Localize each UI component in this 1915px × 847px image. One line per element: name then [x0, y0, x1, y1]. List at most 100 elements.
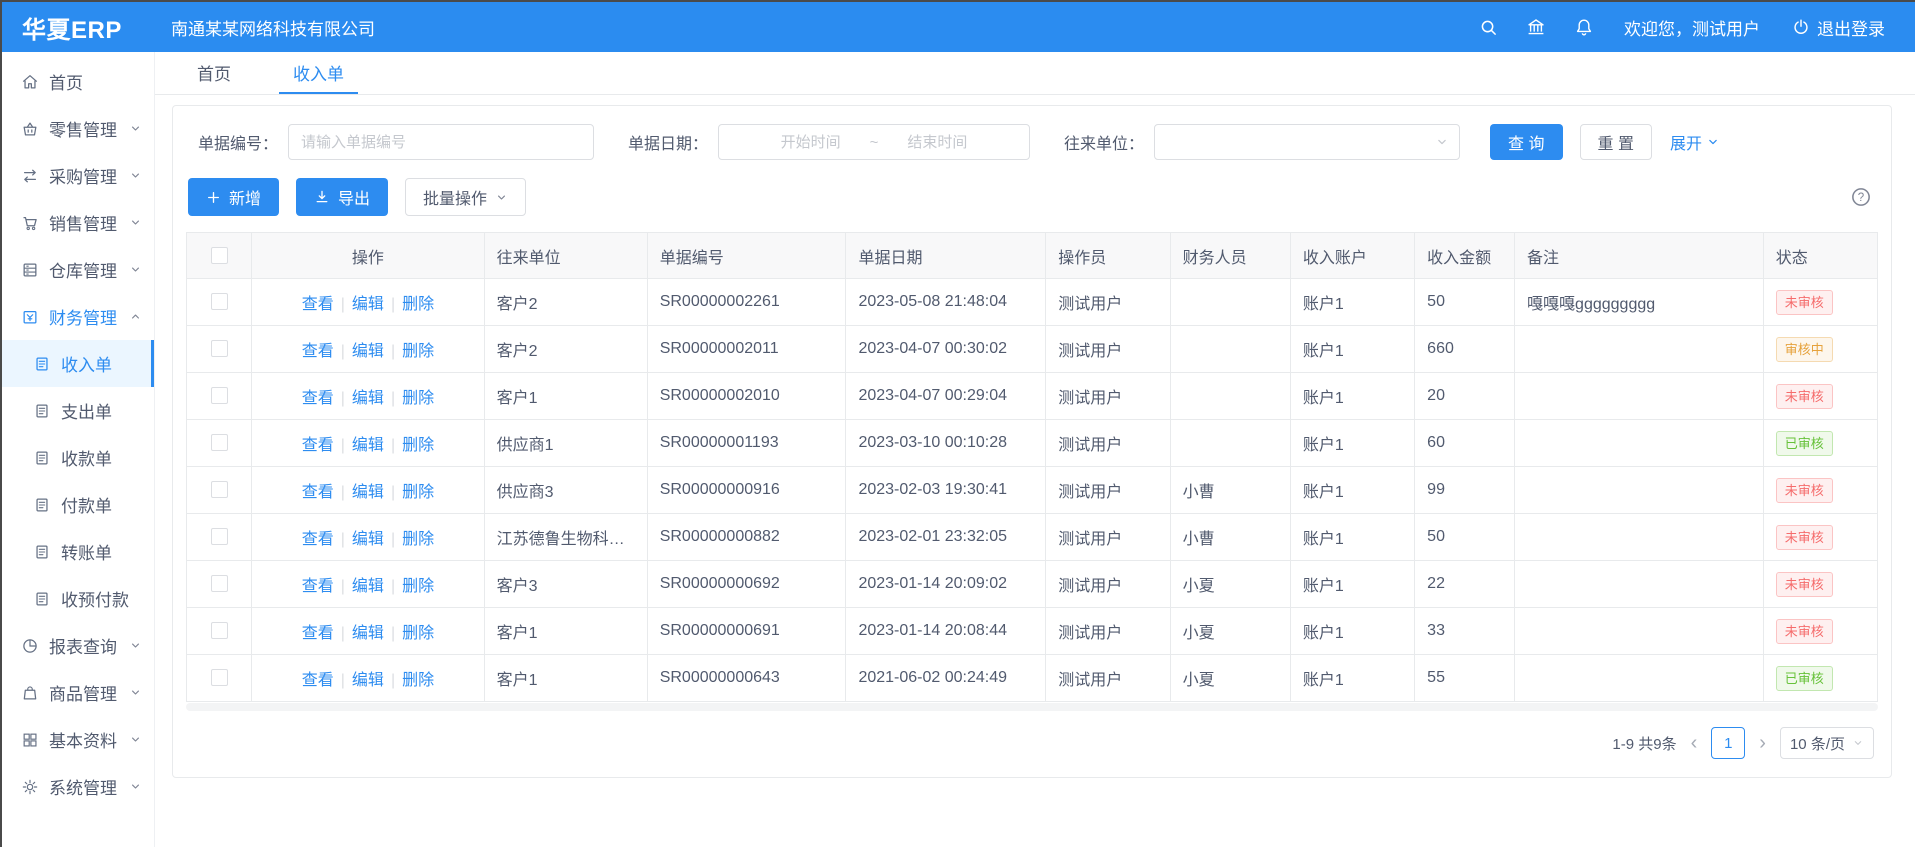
edit-link[interactable]: 编辑	[352, 578, 384, 595]
prev-page-button[interactable]: ‹	[1687, 733, 1702, 753]
view-link[interactable]: 查看	[302, 672, 334, 689]
edit-link[interactable]: 编辑	[352, 343, 384, 360]
reset-button[interactable]: 重 置	[1580, 124, 1652, 160]
sidebar-item[interactable]: 转账单	[2, 528, 154, 575]
edit-link[interactable]: 编辑	[352, 390, 384, 407]
table-row: 查看|编辑|删除 江苏德鲁生物科技有限... SR00000000882 202…	[187, 514, 1878, 561]
edit-link[interactable]: 编辑	[352, 296, 384, 313]
sidebar-item[interactable]: 收入单	[2, 340, 154, 387]
export-button[interactable]: 导出	[296, 178, 388, 216]
bank-icon[interactable]	[1526, 17, 1546, 37]
sidebar-item[interactable]: 仓库管理	[2, 246, 154, 293]
sidebar-item[interactable]: 商品管理	[2, 669, 154, 716]
next-page-button[interactable]: ›	[1755, 733, 1770, 753]
logout-button[interactable]: 退出登录	[1792, 15, 1885, 40]
system-icon	[21, 778, 39, 796]
delete-link[interactable]: 删除	[402, 578, 434, 595]
search-button[interactable]: 查 询	[1490, 124, 1562, 160]
view-link[interactable]: 查看	[302, 296, 334, 313]
income-account-cell: 账户1	[1290, 514, 1414, 561]
link-separator: |	[341, 578, 345, 595]
bill-no-input[interactable]	[288, 124, 594, 160]
partner-label: 往来单位：	[1064, 130, 1144, 154]
batch-actions-button[interactable]: 批量操作	[405, 178, 526, 216]
partner-select[interactable]	[1154, 124, 1460, 160]
link-separator: |	[341, 437, 345, 454]
link-separator: |	[341, 343, 345, 360]
select-all-checkbox[interactable]	[211, 247, 228, 264]
finance-staff-cell	[1170, 373, 1290, 420]
edit-link[interactable]: 编辑	[352, 484, 384, 501]
delete-link[interactable]: 删除	[402, 296, 434, 313]
row-actions-cell: 查看|编辑|删除	[252, 420, 484, 467]
date-start-input[interactable]	[756, 126, 866, 158]
link-separator: |	[341, 672, 345, 689]
row-checkbox[interactable]	[211, 481, 228, 498]
view-link[interactable]: 查看	[302, 437, 334, 454]
link-separator: |	[341, 531, 345, 548]
view-link[interactable]: 查看	[302, 484, 334, 501]
sidebar-item[interactable]: 销售管理	[2, 199, 154, 246]
delete-link[interactable]: 删除	[402, 484, 434, 501]
partner-cell: 客户1	[484, 608, 647, 655]
search-icon[interactable]	[1479, 18, 1498, 37]
view-link[interactable]: 查看	[302, 578, 334, 595]
sidebar-item[interactable]: 财务管理	[2, 293, 154, 340]
delete-link[interactable]: 删除	[402, 531, 434, 548]
income-amount-cell: 20	[1415, 373, 1515, 420]
tab-income-bill[interactable]: 收入单	[279, 52, 358, 94]
edit-link[interactable]: 编辑	[352, 437, 384, 454]
doc-icon	[33, 543, 51, 561]
current-page-button[interactable]: 1	[1711, 727, 1745, 759]
horizontal-scrollbar[interactable]	[186, 703, 1878, 711]
date-end-input[interactable]	[882, 126, 992, 158]
add-button[interactable]: 新增	[188, 178, 279, 216]
finance-staff-cell: 小夏	[1170, 561, 1290, 608]
edit-link[interactable]: 编辑	[352, 531, 384, 548]
sidebar-item[interactable]: 收款单	[2, 434, 154, 481]
delete-link[interactable]: 删除	[402, 390, 434, 407]
delete-link[interactable]: 删除	[402, 437, 434, 454]
row-checkbox[interactable]	[211, 575, 228, 592]
sidebar-item[interactable]: 系统管理	[2, 763, 154, 810]
date-range-picker[interactable]: ~	[718, 124, 1030, 160]
row-checkbox[interactable]	[211, 293, 228, 310]
page-size-select[interactable]: 10 条/页	[1780, 727, 1874, 759]
delete-link[interactable]: 删除	[402, 672, 434, 689]
sidebar-item-label: 采购管理	[49, 163, 117, 188]
row-checkbox[interactable]	[211, 434, 228, 451]
row-checkbox[interactable]	[211, 387, 228, 404]
sidebar-item[interactable]: 付款单	[2, 481, 154, 528]
expand-link[interactable]: 展开	[1670, 130, 1720, 154]
sidebar-item[interactable]: 收预付款	[2, 575, 154, 622]
tab-home[interactable]: 首页	[183, 52, 245, 94]
sidebar-item[interactable]: 首页	[2, 58, 154, 105]
topbar-actions: 欢迎您，测试用户 退出登录	[1451, 15, 1915, 40]
row-checkbox[interactable]	[211, 622, 228, 639]
sidebar-item[interactable]: 采购管理	[2, 152, 154, 199]
tab-bar: 首页 收入单	[155, 52, 1915, 95]
view-link[interactable]: 查看	[302, 625, 334, 642]
sidebar-item[interactable]: 报表查询	[2, 622, 154, 669]
view-link[interactable]: 查看	[302, 390, 334, 407]
link-separator: |	[341, 296, 345, 313]
table-row: 查看|编辑|删除 客户1 SR00000002010 2023-04-07 00…	[187, 373, 1878, 420]
help-icon[interactable]	[1850, 186, 1872, 208]
edit-link[interactable]: 编辑	[352, 625, 384, 642]
row-actions-cell: 查看|编辑|删除	[252, 561, 484, 608]
row-checkbox[interactable]	[211, 528, 228, 545]
view-link[interactable]: 查看	[302, 531, 334, 548]
sidebar-item[interactable]: 基本资料	[2, 716, 154, 763]
view-link[interactable]: 查看	[302, 343, 334, 360]
delete-link[interactable]: 删除	[402, 625, 434, 642]
bill-no-cell: SR00000002261	[647, 279, 846, 326]
edit-link[interactable]: 编辑	[352, 672, 384, 689]
row-checkbox[interactable]	[211, 340, 228, 357]
row-checkbox[interactable]	[211, 669, 228, 686]
delete-link[interactable]: 删除	[402, 343, 434, 360]
partner-cell: 供应商3	[484, 467, 647, 514]
link-separator: |	[391, 343, 395, 360]
bell-icon[interactable]	[1574, 17, 1594, 37]
sidebar-item[interactable]: 支出单	[2, 387, 154, 434]
sidebar-item[interactable]: 零售管理	[2, 105, 154, 152]
